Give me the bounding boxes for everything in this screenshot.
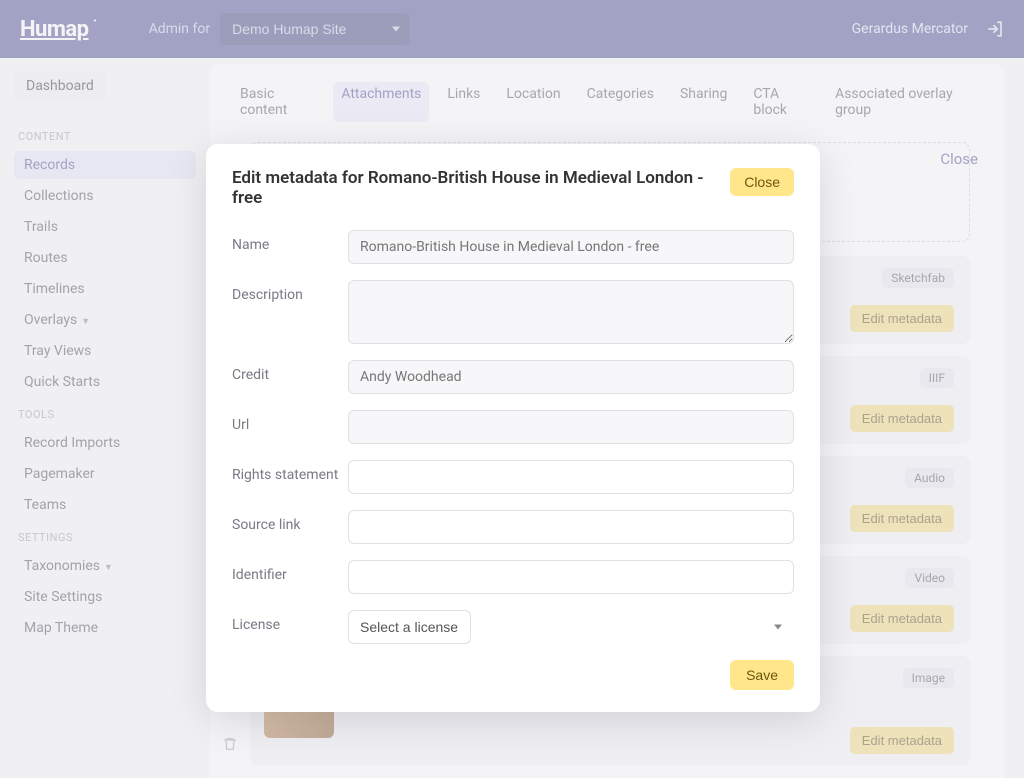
name-field[interactable]: [348, 230, 794, 264]
label-license: License: [232, 610, 348, 633]
modal-footer: Save: [232, 660, 794, 690]
source-link-field[interactable]: [348, 510, 794, 544]
credit-field[interactable]: [348, 360, 794, 394]
license-select[interactable]: Select a license: [348, 610, 471, 644]
edit-metadata-modal: Edit metadata for Romano-British House i…: [206, 144, 820, 712]
modal-title: Edit metadata for Romano-British House i…: [232, 168, 730, 208]
modal-header: Edit metadata for Romano-British House i…: [232, 168, 794, 208]
label-rights: Rights statement: [232, 460, 348, 483]
label-identifier: Identifier: [232, 560, 348, 583]
label-credit: Credit: [232, 360, 348, 383]
label-url: Url: [232, 410, 348, 433]
save-button[interactable]: Save: [730, 660, 794, 690]
modal-close-button[interactable]: Close: [730, 168, 794, 196]
description-field[interactable]: [348, 280, 794, 344]
url-field[interactable]: [348, 410, 794, 444]
label-source-link: Source link: [232, 510, 348, 533]
identifier-field[interactable]: [348, 560, 794, 594]
rights-statement-field[interactable]: [348, 460, 794, 494]
label-description: Description: [232, 280, 348, 303]
label-name: Name: [232, 230, 348, 253]
